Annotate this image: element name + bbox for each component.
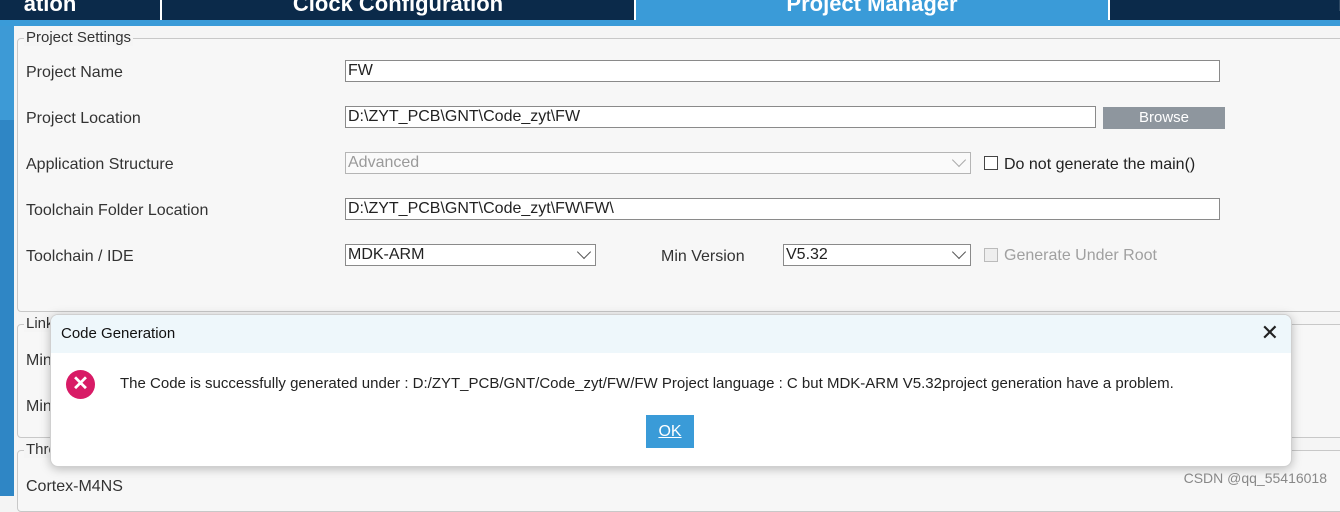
side-nav-strip-lower[interactable]	[0, 120, 14, 496]
min-version-label: Min Version	[661, 248, 745, 265]
linker-row-1-label: Min	[26, 352, 52, 369]
code-generation-dialog: Code Generation ✕ ✕ The Code is successf…	[50, 314, 1292, 467]
tab-clock-configuration[interactable]: Clock Configuration	[162, 0, 636, 20]
generate-under-root-label: Generate Under Root	[1004, 247, 1157, 264]
min-version-select[interactable]: V5.32	[783, 244, 971, 266]
tab-label: Project Manager	[786, 0, 958, 16]
project-settings-group: Project Settings Project Name FW Project…	[17, 29, 1340, 312]
chevron-down-icon	[951, 245, 967, 260]
tab-label: Clock Configuration	[292, 0, 504, 16]
tab-project-manager[interactable]: Project Manager	[636, 0, 1110, 20]
toolchain-folder-input[interactable]: D:\ZYT_PCB\GNT\Code_zyt\FW\FW\	[345, 198, 1220, 220]
toolchain-ide-label: Toolchain / IDE	[26, 248, 134, 265]
chevron-down-icon	[576, 245, 592, 260]
application-structure-label: Application Structure	[26, 156, 174, 173]
generate-under-root-checkbox[interactable]	[984, 248, 998, 262]
error-icon: ✕	[66, 370, 95, 399]
dialog-title-bar: Code Generation ✕	[51, 315, 1291, 353]
ok-button[interactable]: OK	[646, 415, 694, 448]
dialog-message: The Code is successfully generated under…	[120, 375, 1174, 392]
project-name-label: Project Name	[26, 64, 123, 81]
top-tab-bar: ation Clock Configuration Project Manage…	[0, 0, 1340, 20]
tab-pinout-configuration[interactable]: ation	[0, 0, 162, 20]
project-settings-legend: Project Settings	[24, 29, 134, 46]
do-not-generate-main-label: Do not generate the main()	[1004, 156, 1196, 173]
project-location-input[interactable]: D:\ZYT_PCB\GNT\Code_zyt\FW	[345, 106, 1096, 128]
toolchain-ide-select[interactable]: MDK-ARM	[345, 244, 596, 266]
project-location-label: Project Location	[26, 110, 141, 127]
watermark: CSDN @qq_55416018	[1183, 470, 1327, 486]
linker-row-2-label: Min	[26, 398, 52, 415]
ok-button-label: OK	[658, 423, 682, 440]
chevron-down-icon	[951, 153, 967, 168]
tab-tools[interactable]: To	[1110, 0, 1340, 20]
tab-label: ation	[23, 0, 77, 16]
tab-label: To	[1335, 0, 1340, 16]
do-not-generate-main-checkbox[interactable]	[984, 156, 998, 170]
dialog-title: Code Generation	[61, 325, 176, 342]
project-name-input[interactable]: FW	[345, 60, 1220, 82]
application-structure-value: Advanced	[348, 154, 420, 171]
toolchain-folder-label: Toolchain Folder Location	[26, 202, 209, 219]
cortex-core-label: Cortex-M4NS	[26, 478, 123, 495]
application-structure-select[interactable]: Advanced	[345, 152, 971, 174]
toolchain-ide-value: MDK-ARM	[348, 246, 425, 263]
browse-button[interactable]: Browse	[1103, 107, 1225, 129]
min-version-value: V5.32	[786, 246, 828, 263]
close-icon[interactable]: ✕	[1261, 322, 1279, 344]
